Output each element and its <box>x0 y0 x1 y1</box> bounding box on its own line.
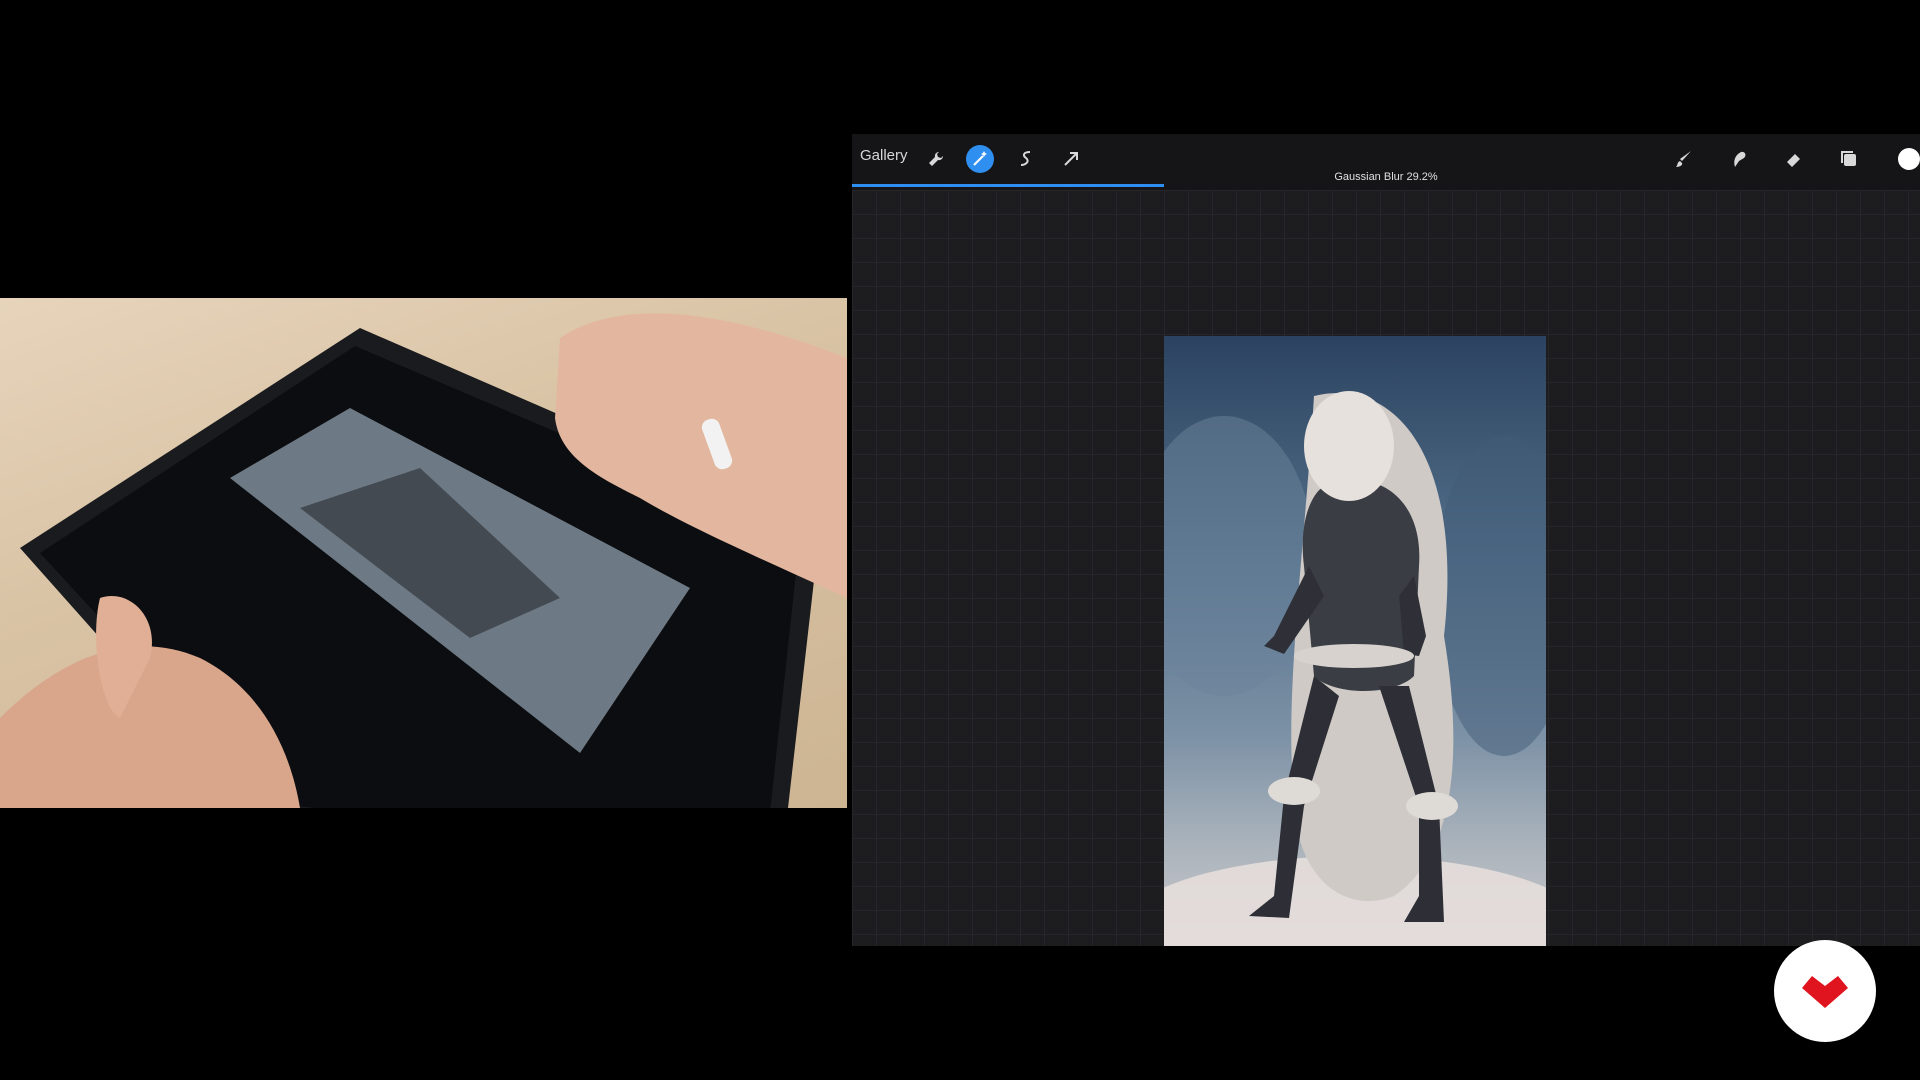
canvas-area[interactable] <box>852 190 1920 946</box>
adjustment-status-text: Gaussian Blur 29.2% <box>1334 171 1438 183</box>
tablet-photo <box>0 313 847 808</box>
eraser-icon[interactable] <box>1780 145 1808 173</box>
character-illustration <box>1164 391 1546 946</box>
procreate-app: Gallery Gaussian Blur 29.2% <box>852 134 1920 946</box>
camera-video-panel <box>0 298 847 808</box>
wrench-icon[interactable] <box>922 145 950 173</box>
transform-arrow-icon[interactable] <box>1057 145 1085 173</box>
brand-heart-icon <box>1802 976 1848 1008</box>
artwork-canvas[interactable] <box>1164 336 1546 946</box>
selection-icon[interactable] <box>1012 145 1040 173</box>
brush-icon[interactable] <box>1670 145 1698 173</box>
magic-wand-icon[interactable] <box>966 145 994 173</box>
brand-logo[interactable] <box>1774 940 1876 1042</box>
gallery-button[interactable]: Gallery <box>860 147 908 164</box>
color-swatch[interactable] <box>1898 148 1920 170</box>
smudge-icon[interactable] <box>1725 145 1753 173</box>
layers-icon[interactable] <box>1835 145 1863 173</box>
adjustment-slider-fill <box>852 184 1164 187</box>
